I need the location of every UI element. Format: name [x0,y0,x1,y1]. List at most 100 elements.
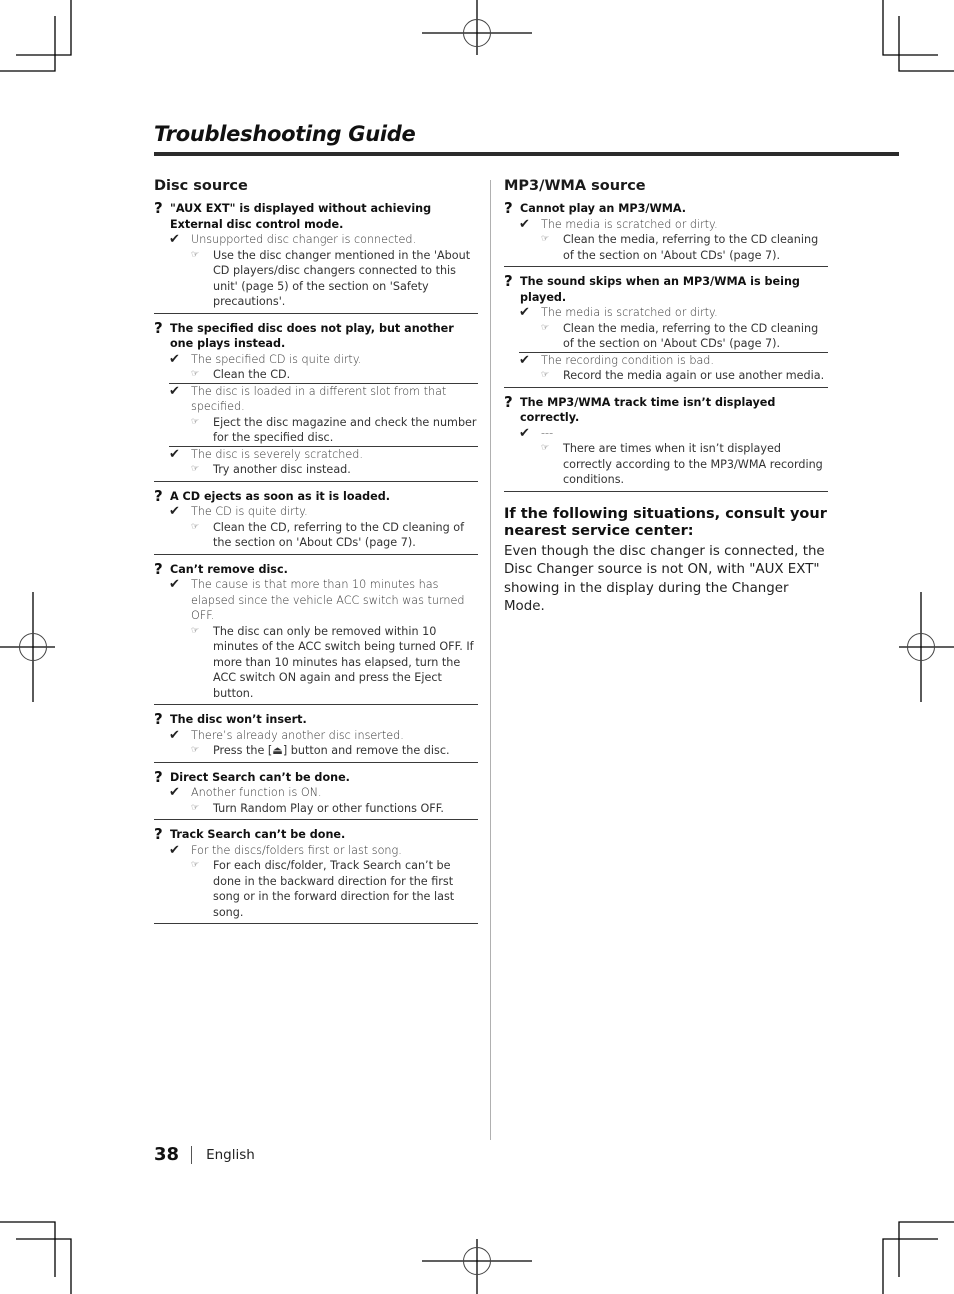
pointing-hand-icon: ☞ [191,249,200,260]
footer-separator [191,1145,193,1164]
mp3-source-problem-list: ? Cannot play an MP3/WMA. ✔ The media is sc… [504,201,828,492]
checkmark-icon: ✔ [169,232,180,247]
problem-item: ? The specified disc does not play, but a… [154,318,478,482]
footer-language: English [206,1146,255,1163]
cause-text: Unsupported disc changer is connected. [191,233,417,246]
crop-mark-bottom-left [0,1221,72,1294]
remedy-text: There are times when it isn’t displayed … [563,442,823,486]
question-text: Direct Search can’t be done. [170,770,350,784]
remedy-text: Record the media again or use another me… [563,369,825,382]
cause-block: ✔ Unsupported disc changer is connected. ☞… [169,232,478,310]
problem-item: ? The disc won’t insert. ✔ There’s already … [154,712,478,763]
cause-row: ✔ The CD is quite dirty. [169,504,478,520]
checkmark-icon: ✔ [169,446,180,462]
cause-text: Another function is ON. [191,786,322,799]
cause-text: The disc is loaded in a different slot f… [191,384,447,414]
problem-question: ? "AUX EXT" is displayed without achievin… [154,201,478,232]
cause-block: ✔ For the discs/folders first or last son… [169,843,478,921]
disc-source-heading: Disc source [154,178,248,194]
pointing-hand-icon: ☞ [191,745,200,755]
cause-row: ✔ The specified CD is quite dirty. [169,352,478,368]
cause-row: ✔ There’s already another disc inserted. [169,728,478,744]
service-center-text: Even though the disc changer is connecte… [504,543,825,615]
disc-source-column: Disc source ? "AUX EXT" is displayed with… [154,178,478,931]
question-mark-icon: ? [504,272,513,290]
cause-row: ✔ The disc is severely scratched. [169,447,478,463]
remedy-row: ☞ Press the [⏏] button and remove the dis… [191,743,478,759]
cause-text: The recording condition is bad. [541,353,714,367]
problem-question: ? The disc won’t insert. [154,712,478,728]
mp3-source-column: MP3/WMA source ? Cannot play an MP3/WMA. ✔… [504,178,828,617]
remedy-text: The disc can only be removed within 10 m… [213,624,474,700]
cause-text: The media is scratched or dirty. [541,217,718,231]
remedy-text: Clean the CD. [213,368,291,381]
remedy-text: For each disc/folder, Track Search can’t… [213,859,455,919]
remedy-row: ☞ Use the disc changer mentioned in the '… [191,248,478,310]
problem-question: ? Track Search can’t be done. [154,827,478,843]
cause-text: The media is scratched or dirty. [541,306,718,319]
question-mark-icon: ? [154,825,163,843]
checkmark-icon: ✔ [169,504,180,519]
crop-mark-top-right [882,0,954,72]
question-mark-icon: ? [504,199,513,217]
problem-item: ? Can’t remove disc. ✔ The cause is that mo… [154,561,478,705]
pointing-hand-icon: ☞ [191,802,200,813]
registration-mark-bottom [422,1239,532,1294]
page-title: Troubleshooting Guide [154,122,416,146]
pointing-hand-icon: ☞ [541,234,550,244]
pointing-hand-icon: ☞ [191,625,200,636]
column-divider [490,180,491,1140]
cause-text: There’s already another disc inserted. [191,728,404,742]
crop-mark-top-left [0,0,72,72]
pointing-hand-icon: ☞ [191,464,200,474]
problem-question: ? The sound skips when an MP3/WMA is bein… [504,274,828,305]
mp3-source-heading: MP3/WMA source [504,178,646,194]
cause-block: ✔ The disc is loaded in a different slot … [169,382,478,446]
cause-text: The cause is that more than 10 minutes h… [191,578,465,622]
problem-item: ? Direct Search can’t be done. ✔ Another fu… [154,767,478,820]
question-mark-icon: ? [154,767,163,786]
cause-block: ✔ --- ☞ There are times when it isn’t displ… [519,426,828,488]
remedy-row: ☞ Try another disc instead. [191,462,478,478]
pointing-hand-icon: ☞ [541,443,550,453]
problem-question: ? Cannot play an MP3/WMA. [504,201,828,217]
problem-item: ? The MP3/WMA track time isn’t displayed … [504,392,828,492]
remedy-text: Clean the CD, referring to the CD cleani… [213,520,465,550]
question-mark-icon: ? [154,318,163,337]
crop-mark-bottom-right [882,1221,954,1294]
question-text: The MP3/WMA track time isn’t displayed c… [520,395,776,425]
remedy-row: ☞ Turn Random Play or other functions OFF… [191,801,478,817]
checkmark-icon: ✔ [519,425,530,441]
remedy-row: ☞ The disc can only be removed within 10 … [191,624,478,702]
question-text: A CD ejects as soon as it is loaded. [170,489,390,503]
remedy-row: ☞ There are times when it isn’t displayed… [541,441,828,488]
problem-item: ? Cannot play an MP3/WMA. ✔ The media is sc… [504,201,828,267]
remedy-row: ☞ Clean the CD. [191,367,478,383]
cause-row: ✔ --- [519,426,828,442]
problem-question: ? The MP3/WMA track time isn’t displayed … [504,392,828,426]
problem-item: ? A CD ejects as soon as it is loaded. ✔ Th… [154,486,478,555]
cause-block: ✔ The cause is that more than 10 minutes … [169,577,478,701]
remedy-row: ☞ For each disc/folder, Track Search can’… [191,858,478,920]
cause-row: ✔ The cause is that more than 10 minutes … [169,577,478,624]
pointing-hand-icon: ☞ [191,369,200,379]
remedy-text: Clean the media, referring to the CD cle… [563,233,819,262]
problem-item: ? "AUX EXT" is displayed without achievin… [154,201,478,314]
question-mark-icon: ? [154,486,163,505]
question-text: The sound skips when an MP3/WMA is being… [520,275,800,304]
page-number: 38 [154,1144,180,1165]
cause-text: The specified CD is quite dirty. [191,352,362,366]
question-text: Track Search can’t be done. [170,828,346,841]
remedy-row: ☞ Clean the media, referring to the CD cl… [541,321,828,352]
cause-block: ✔ The media is scratched or dirty. ☞ Clean … [519,217,828,264]
question-mark-icon: ? [504,392,513,411]
cause-row: ✔ Unsupported disc changer is connected. [169,232,478,248]
checkmark-icon: ✔ [169,842,180,858]
remedy-row: ☞ Eject the disc magazine and check the n… [191,415,478,446]
page-footer: 38 English [154,1144,255,1165]
title-rule [154,152,899,156]
disc-source-problem-list: ? "AUX EXT" is displayed without achievin… [154,201,478,924]
registration-mark-top [422,0,532,55]
service-center-heading: If the following situations, consult you… [504,505,827,539]
cause-row: ✔ The media is scratched or dirty. [519,217,828,233]
